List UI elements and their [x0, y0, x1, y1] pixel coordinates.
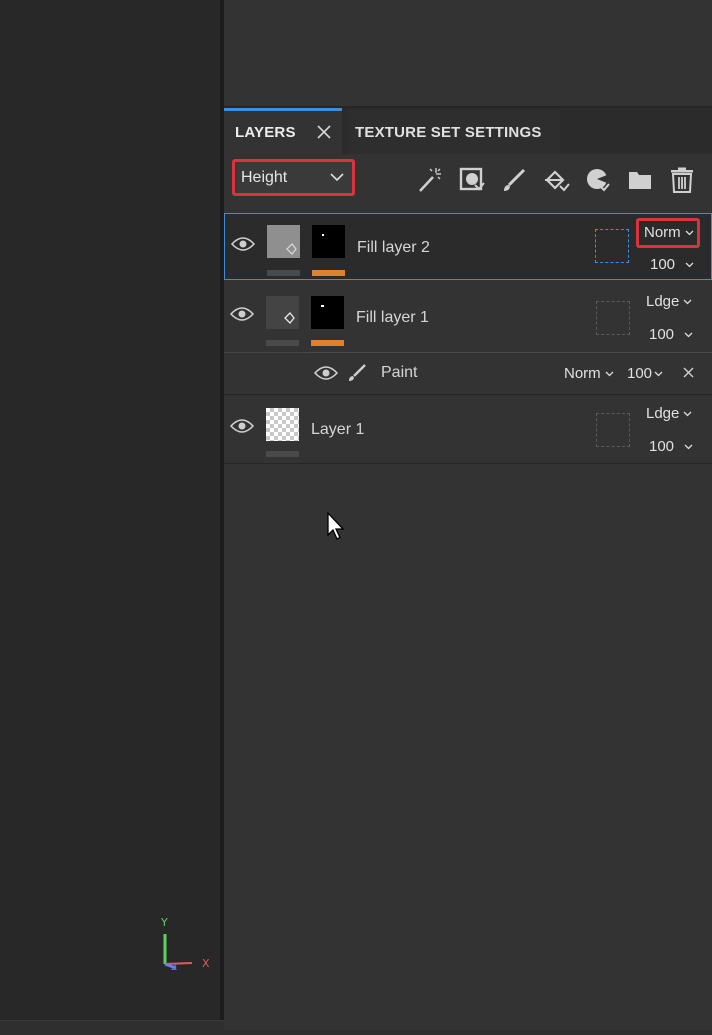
chevron-down-icon — [330, 173, 344, 182]
layer-name[interactable]: Fill layer 2 — [357, 239, 430, 257]
effect-opacity-dropdown[interactable]: 100 — [627, 365, 663, 382]
layer-name[interactable]: Fill layer 1 — [356, 309, 429, 327]
opacity-value: 100 — [627, 365, 653, 382]
x-axis-label: X — [202, 957, 210, 970]
blend-mode-value: Norm — [564, 365, 601, 382]
transparent-thumbnail — [266, 408, 299, 441]
channel-dropdown-value: Height — [241, 168, 288, 186]
magic-wand-icon[interactable] — [416, 166, 444, 194]
chevron-down-icon — [683, 299, 692, 305]
effect-name[interactable]: Paint — [381, 364, 417, 382]
chevron-down-icon — [605, 371, 614, 377]
opacity-value: 100 — [650, 256, 676, 273]
blend-mode-dropdown[interactable]: Ldge — [646, 405, 692, 422]
effect-row-paint[interactable]: Paint Norm 100 — [224, 352, 712, 394]
thumbnail-channel-bar — [266, 340, 299, 346]
tab-layers[interactable]: LAYERS — [224, 108, 342, 154]
paint-brush-icon — [349, 364, 366, 381]
x-axis-line — [164, 962, 193, 965]
layer-mask-slot[interactable] — [596, 301, 630, 335]
layers-toolbar: Height — [224, 154, 712, 210]
opacity-value: 100 — [649, 326, 675, 343]
opacity-dropdown[interactable]: 100 — [649, 326, 693, 343]
layer-thumbnail — [267, 225, 300, 258]
blend-mode-dropdown[interactable]: Norm — [636, 218, 700, 248]
fill-bucket-icon[interactable] — [542, 166, 570, 194]
blend-mode-value: Ldge — [646, 293, 680, 310]
blend-mode-value: Ldge — [646, 405, 680, 422]
tab-texture-label: TEXTURE SET SETTINGS — [355, 123, 542, 141]
thumbnail-channel-bar — [266, 451, 299, 457]
blend-mode-value: Norm — [644, 224, 681, 241]
layer-name[interactable]: Layer 1 — [311, 421, 364, 439]
blend-mode-dropdown[interactable]: Ldge — [646, 293, 692, 310]
y-axis-label: Y — [161, 916, 168, 929]
fill-layer-icon — [286, 243, 297, 255]
fill-layer-icon — [284, 312, 295, 324]
panel-top-area — [224, 0, 712, 108]
layer-row-fill-layer-2[interactable]: Fill layer 2 Norm 100 — [224, 213, 712, 280]
z-axis-label: Z — [171, 963, 178, 973]
folder-icon[interactable] — [626, 166, 654, 194]
visibility-eye-icon[interactable] — [230, 418, 254, 434]
paint-brush-icon[interactable] — [500, 166, 528, 194]
tab-layers-label: LAYERS — [235, 124, 296, 141]
fill-indicator-bar — [311, 340, 344, 346]
visibility-eye-icon[interactable] — [231, 236, 255, 252]
opacity-value: 100 — [649, 438, 675, 455]
layer-thumbnail — [266, 296, 299, 329]
app-window: Y X Z LAYERS TEXTURE SET SETTINGS Height — [0, 0, 712, 1035]
opacity-dropdown[interactable]: 100 — [650, 256, 694, 273]
layers-panel: LAYERS TEXTURE SET SETTINGS Height Fill … — [224, 0, 712, 1030]
layer-mask-slot[interactable] — [595, 229, 629, 263]
close-icon[interactable] — [316, 124, 332, 140]
remove-effect-close-icon[interactable] — [683, 367, 694, 378]
mask-thumbnail — [311, 296, 344, 329]
mask-thumbnail — [312, 225, 345, 258]
chevron-down-icon — [685, 262, 694, 268]
opacity-dropdown[interactable]: 100 — [649, 438, 693, 455]
tab-bar: LAYERS TEXTURE SET SETTINGS — [224, 108, 712, 154]
visibility-eye-icon[interactable] — [314, 365, 338, 381]
fill-indicator-bar — [312, 270, 345, 276]
chevron-down-icon — [654, 371, 663, 377]
chevron-down-icon — [685, 230, 694, 236]
tab-texture-set-settings[interactable]: TEXTURE SET SETTINGS — [348, 110, 560, 154]
effect-divider — [306, 352, 712, 353]
thumbnail-channel-bar — [267, 270, 300, 276]
viewport-3d[interactable]: Y X Z — [0, 0, 220, 1020]
chevron-down-icon — [684, 332, 693, 338]
visibility-eye-icon[interactable] — [230, 306, 254, 322]
chevron-down-icon — [684, 444, 693, 450]
mouse-cursor-icon — [327, 512, 345, 540]
layer-row-layer-1[interactable]: Layer 1 Ldge 100 — [224, 394, 712, 464]
layer-mask-slot[interactable] — [596, 413, 630, 447]
channel-dropdown[interactable]: Height — [232, 159, 355, 196]
trash-icon[interactable] — [668, 166, 696, 194]
add-mask-icon[interactable] — [458, 166, 486, 194]
chevron-down-icon — [683, 411, 692, 417]
effect-blend-mode-dropdown[interactable]: Norm — [564, 365, 614, 382]
smart-material-icon[interactable] — [584, 166, 612, 194]
layer-row-fill-layer-1[interactable]: Fill layer 1 Ldge 100 — [224, 282, 712, 352]
